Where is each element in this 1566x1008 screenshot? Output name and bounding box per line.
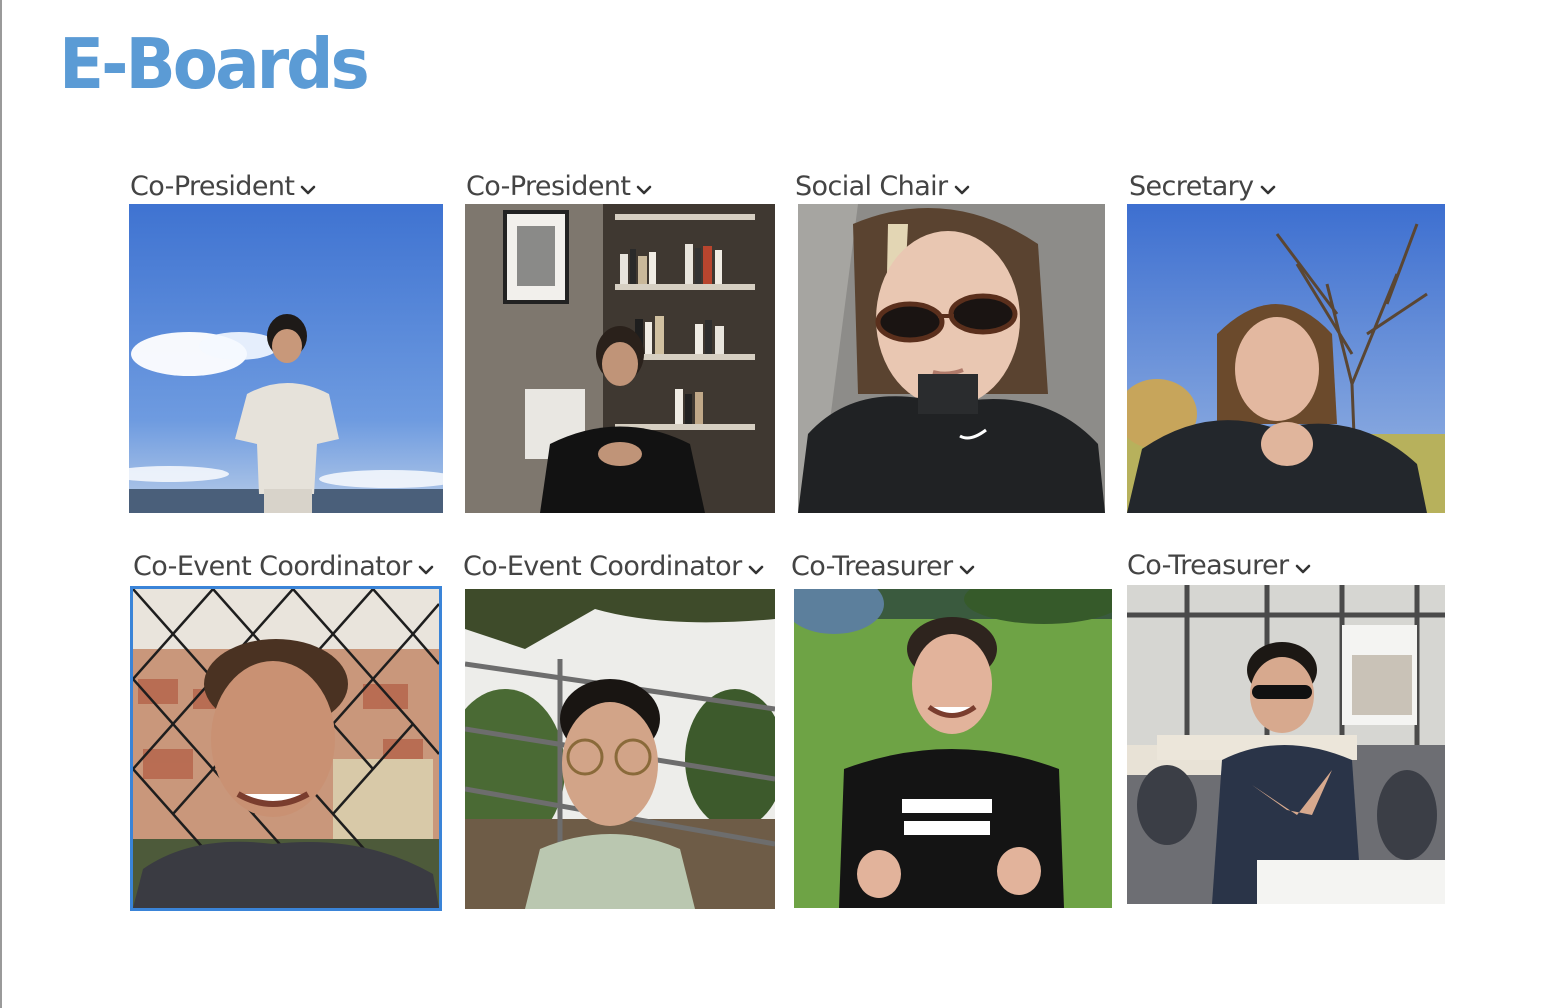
role-label: Co-Treasurer [1127, 550, 1289, 581]
role-label: Co-President [466, 171, 631, 202]
role-dropdown-co-president-1[interactable]: Co-President [130, 173, 316, 200]
role-dropdown-co-event-coordinator-1[interactable]: Co-Event Coordinator [133, 553, 434, 580]
member-photo-secretary[interactable] [1127, 204, 1445, 513]
photo-lawn-thumbs-up [794, 589, 1112, 908]
role-label: Co-President [130, 171, 295, 202]
role-dropdown-co-event-coordinator-2[interactable]: Co-Event Coordinator [463, 553, 764, 580]
chevron-down-icon [636, 182, 652, 198]
member-photo-social-chair[interactable] [798, 204, 1105, 513]
chevron-down-icon [959, 562, 975, 578]
role-label: Co-Event Coordinator [133, 551, 412, 582]
role-label: Co-Event Coordinator [463, 551, 742, 582]
chevron-down-icon [418, 562, 434, 578]
chevron-down-icon [300, 182, 316, 198]
photo-sunglasses-selfie [798, 204, 1105, 513]
member-photo-co-event-coordinator-2[interactable] [465, 589, 775, 909]
photo-bookshelf-portrait [465, 204, 775, 513]
chevron-down-icon [1295, 561, 1311, 577]
role-dropdown-co-president-2[interactable]: Co-President [466, 173, 652, 200]
member-photo-co-treasurer-1[interactable] [794, 589, 1112, 908]
photo-city-fence-selfie [133, 589, 439, 908]
role-dropdown-social-chair[interactable]: Social Chair [795, 173, 970, 200]
member-photo-co-event-coordinator-1[interactable] [130, 586, 442, 911]
role-label: Co-Treasurer [791, 551, 953, 582]
role-label: Social Chair [795, 171, 948, 202]
photo-sky-portrait [129, 204, 443, 513]
photo-cafeteria-portrait [1127, 585, 1445, 904]
chevron-down-icon [954, 182, 970, 198]
role-dropdown-co-treasurer-1[interactable]: Co-Treasurer [791, 553, 975, 580]
chevron-down-icon [1260, 182, 1276, 198]
page-title: E-Boards [59, 23, 370, 105]
photo-garden-glasses-selfie [465, 589, 775, 909]
role-label: Secretary [1129, 171, 1254, 202]
eboards-page: E-Boards Co-President Co-President Socia… [0, 0, 1566, 1008]
member-photo-co-president-1[interactable] [129, 204, 443, 513]
chevron-down-icon [748, 562, 764, 578]
member-photo-co-treasurer-2[interactable] [1127, 585, 1445, 904]
member-photo-co-president-2[interactable] [465, 204, 775, 513]
role-dropdown-secretary[interactable]: Secretary [1129, 173, 1276, 200]
photo-park-portrait [1127, 204, 1445, 513]
role-dropdown-co-treasurer-2[interactable]: Co-Treasurer [1127, 552, 1311, 579]
